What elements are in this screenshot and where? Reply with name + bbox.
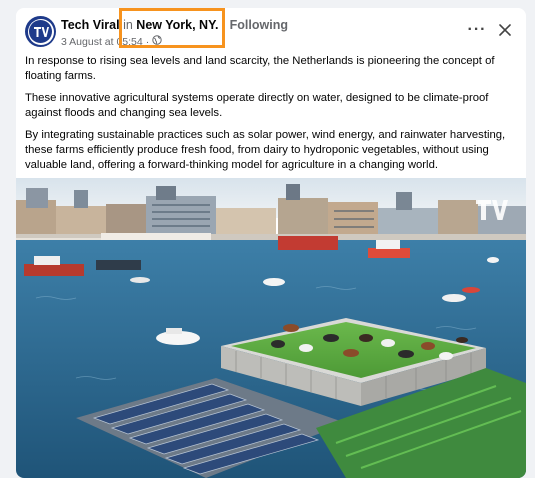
in-text: in	[123, 18, 133, 32]
post-meta-line: 3 August at 05:54 ·	[61, 35, 162, 48]
close-button[interactable]	[494, 20, 516, 40]
post-header: Tech Viral in New York, NY. · Following …	[16, 8, 526, 52]
separator-dot-2: ·	[145, 35, 150, 48]
tv-logo-icon	[29, 20, 52, 43]
close-icon	[499, 24, 511, 36]
following-status[interactable]: Following	[230, 18, 288, 32]
globe-icon	[152, 35, 162, 48]
avatar-ring	[27, 18, 54, 45]
location-link[interactable]: New York, NY.	[136, 18, 218, 32]
post-title-line: Tech Viral in New York, NY. · Following	[61, 18, 288, 32]
separator-dot: ·	[222, 18, 227, 32]
post-paragraph-2: These innovative agricultural systems op…	[25, 92, 489, 119]
post-timestamp[interactable]: 3 August at 05:54	[61, 36, 143, 48]
page-avatar[interactable]	[25, 16, 56, 47]
post-card: Tech Viral in New York, NY. · Following …	[16, 8, 526, 478]
page-name-link[interactable]: Tech Viral	[61, 18, 120, 32]
more-options-button[interactable]: ···	[466, 20, 488, 40]
more-dots-icon: ···	[467, 21, 487, 38]
post-paragraph-3: By integrating sustainable practices suc…	[25, 129, 506, 171]
post-body: In response to rising sea levels and lan…	[25, 54, 520, 180]
post-photo[interactable]	[16, 178, 526, 478]
post-paragraph-1: In response to rising sea levels and lan…	[25, 55, 495, 82]
